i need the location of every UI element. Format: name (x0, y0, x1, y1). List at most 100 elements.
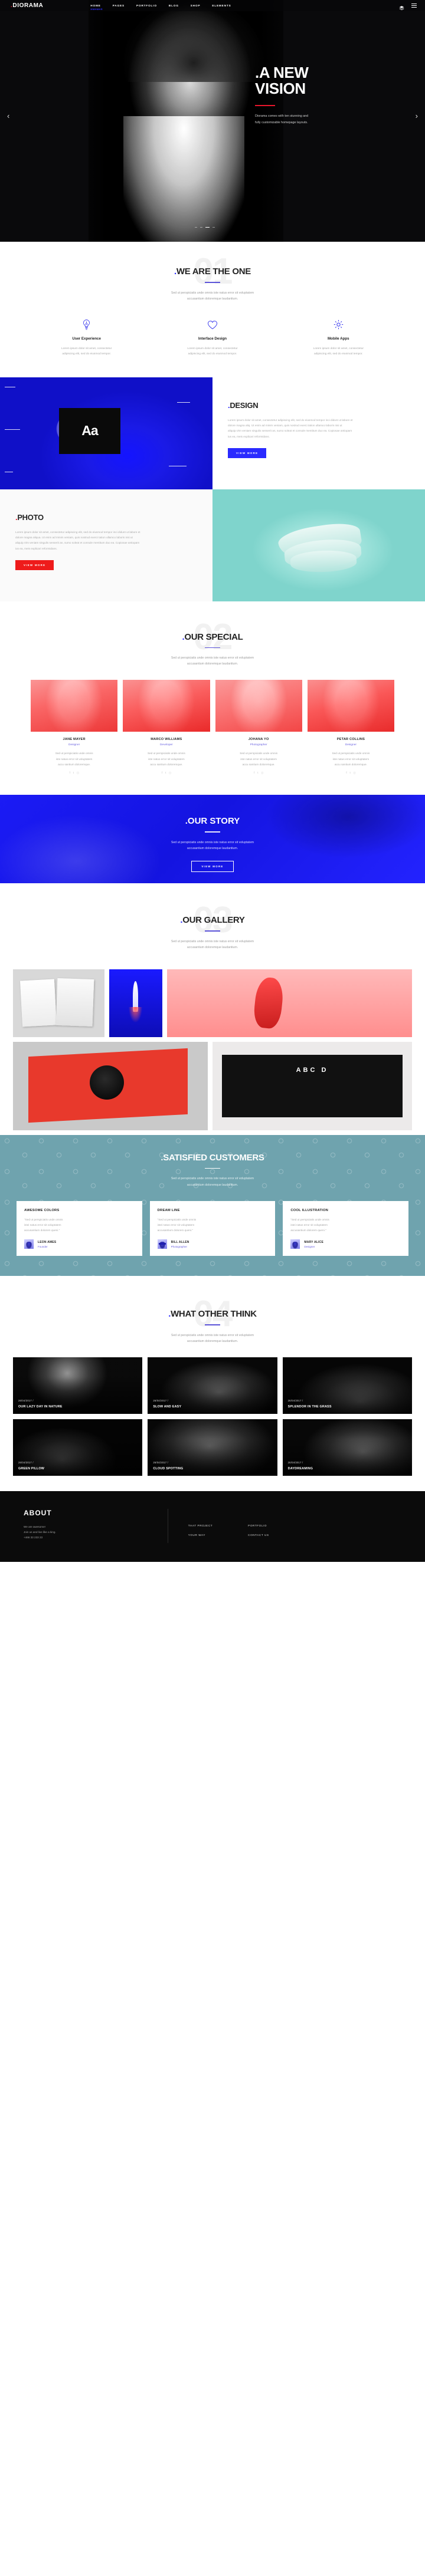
site-footer: ABOUT We are awesome! Join us and live l… (0, 1491, 425, 1562)
instagram-icon[interactable]: ◻ (169, 771, 171, 775)
nav-item-pages[interactable]: PAGES (113, 4, 125, 7)
section-title: .WE ARE THE ONE (24, 267, 401, 277)
blog-post-card[interactable]: 26/04/2017 / OUR LAZY DAY IN NATURE (13, 1357, 143, 1414)
blog-post-meta: 26/04/2017 / (18, 1461, 34, 1464)
testimonial-card[interactable]: COOL ILLUSTRATION "Sed ut perspiciatis u… (283, 1200, 409, 1256)
team-member-card[interactable]: JANE MAYER Designer Sed ut perspiciatis … (31, 680, 118, 775)
section-description: Sed ut perspiciatis unde omnis iste natu… (24, 655, 401, 667)
twitter-icon[interactable]: t (73, 771, 74, 775)
our-story-view-more-button[interactable]: VIEW MORE (191, 860, 234, 872)
heart-icon (162, 318, 262, 331)
nav-item-home[interactable]: HOME hmhmhr (90, 4, 102, 11)
what-other-think-head: 04 .WHAT OTHER THINK Sed ut perspiciatis… (24, 1296, 401, 1344)
team-member-card[interactable]: PETAR COLLINS Designer Sed ut perspiciat… (307, 680, 394, 775)
layers-icon[interactable] (399, 3, 404, 11)
testimonial-role: Founder (38, 1245, 48, 1248)
footer-about: ABOUT We are awesome! Join us and live l… (24, 1509, 148, 1543)
nav-item-blog[interactable]: BLOG (169, 4, 179, 7)
site-header: .DIORAMA HOME hmhmhr PAGES PORTFOLIO BLO… (0, 0, 425, 11)
feature-text-line-1: Lorem ipsum dolor sit amet, consectetur (187, 347, 238, 350)
instagram-icon[interactable]: ◻ (77, 771, 79, 775)
nav-item-shop[interactable]: SHOP (191, 4, 201, 7)
blog-post-card[interactable]: 26/04/2017 / SLOW AND EASY (148, 1357, 277, 1414)
gallery-item-abcd-poster[interactable]: ABC D (212, 1041, 412, 1130)
team-member-name: JOHANA YO (248, 738, 269, 742)
feature-interface-design[interactable]: Interface Design Lorem ipsum dolor sit a… (149, 318, 275, 357)
gallery-item-pink-fish[interactable] (167, 969, 412, 1037)
gallery-item-magazine-spread[interactable] (13, 969, 104, 1037)
title-text: DESIGN (230, 400, 259, 410)
section-our-special: 02 .OUR SPECIAL Sed ut perspiciatis unde… (0, 601, 425, 795)
hero-dot-1[interactable] (195, 226, 197, 228)
hero-accent-rule (255, 104, 275, 106)
testimonial-name: MARY ALICE (304, 1240, 323, 1244)
hamburger-menu-icon[interactable] (411, 4, 417, 8)
team-member-card[interactable]: MARCO WILLIAMS Developer Sed ut perspici… (123, 680, 210, 774)
footer-link-contact-us[interactable]: CONTACT US (248, 1534, 269, 1537)
section-description: Sed ut perspiciatis unde omnis iste natu… (171, 1177, 254, 1187)
testimonial-role: Designer (304, 1245, 315, 1248)
gear-icon (289, 318, 388, 331)
team-member-photo (31, 680, 118, 732)
section-description: Sed ut perspiciatis unde omnis iste natu… (171, 939, 254, 949)
design-view-more-button[interactable]: VIEW MORE (228, 448, 270, 462)
footer-about-text: We are awesome! Join us and live like a … (24, 1525, 56, 1539)
feature-mobile-apps[interactable]: Mobile Apps Lorem ipsum dolor sit amet, … (276, 318, 401, 357)
section-description-line-2: accusantium doloremque laudantium. (187, 662, 238, 666)
feature-list: User Experience Lorem ipsum dolor sit am… (24, 318, 401, 377)
avatar (290, 1239, 300, 1249)
we-are-the-one-head: 01 .WE ARE THE ONE Sed ut perspiciatis u… (24, 254, 401, 302)
testimonial-card[interactable]: AWESOME COLORS "Sed ut perspiciatis unde… (17, 1200, 142, 1256)
avatar (157, 1239, 167, 1249)
footer-link-portfolio[interactable]: PORTFOLIO (248, 1524, 269, 1527)
testimonial-title: COOL ILLUSTRATION (290, 1208, 329, 1212)
hero-dot-3-active[interactable] (205, 226, 210, 228)
hero-title-line-1: .A NEW (255, 64, 309, 81)
blog-post-card[interactable]: 26/04/2017 / SPLENDOR IN THE GRASS (282, 1357, 412, 1414)
footer-link-that-project[interactable]: THAT PROJECT (188, 1524, 212, 1527)
photo-view-more-button[interactable]: VIEW MORE (15, 560, 57, 574)
feature-text: Lorem ipsum dolor sit amet, consectetur … (162, 346, 262, 357)
design-body-text: Lorem ipsum dolor sit amet, consectetur … (228, 418, 353, 438)
feature-text: Lorem ipsum dolor sit amet, consectetur … (37, 346, 136, 357)
blog-post-card[interactable]: 26/04/2017 / DAYDREAMING (282, 1419, 412, 1476)
twitter-icon[interactable]: t (257, 771, 258, 775)
gallery-item-blue-rocket[interactable] (109, 969, 162, 1037)
hero-next-arrow-icon[interactable]: › (416, 112, 418, 120)
section-satisfied-customers: .SATISFIED CUSTOMERS Sed ut perspiciatis… (0, 1134, 425, 1277)
hero-prev-arrow-icon[interactable]: ‹ (7, 112, 9, 120)
feature-text: Lorem ipsum dolor sit amet, consectetur … (289, 346, 388, 357)
section-title: .OUR SPECIAL (24, 632, 401, 642)
twitter-icon[interactable]: t (165, 771, 166, 775)
gallery-item-red-tablet[interactable] (13, 1041, 208, 1130)
hero-subtitle-line-2: fully customizable homepage layouts. (255, 120, 308, 124)
team-member-role: Designer (345, 743, 357, 747)
testimonial-person: BILL ALLEN Photographer (157, 1239, 268, 1249)
homepage: .A NEW VISION Diorama comes with ten stu… (0, 0, 425, 1562)
team-member-name: MARCO WILLIAMS (151, 738, 182, 742)
gallery-row-1 (13, 969, 412, 1037)
team-member-social: f t ◻ (215, 771, 302, 775)
blog-post-card[interactable]: 26/04/2017 / GREEN PILLOW (13, 1419, 143, 1476)
team-member-list: JANE MAYER Designer Sed ut perspiciatis … (24, 680, 401, 774)
feature-user-experience[interactable]: User Experience Lorem ipsum dolor sit am… (24, 318, 149, 357)
instagram-icon[interactable]: ◻ (354, 771, 356, 775)
instagram-icon[interactable]: ◻ (261, 771, 264, 775)
blog-post-card[interactable]: 26/04/2017 / CLOUD SPOTTING (148, 1419, 277, 1476)
design-split-block: Aa .DESIGN Lorem ipsum dolor sit amet, c… (0, 377, 425, 489)
photo-title: .PHOTO (15, 513, 197, 522)
hero-dot-4[interactable] (212, 226, 215, 228)
nav-item-portfolio[interactable]: PORTFOLIO (136, 4, 157, 7)
testimonial-card[interactable]: DREAM LINE "Sed ut perspiciatis unde omn… (149, 1200, 276, 1256)
site-logo[interactable]: .DIORAMA (11, 2, 43, 9)
team-member-card[interactable]: JOHANA YO Photographer Sed ut perspiciat… (215, 680, 302, 774)
blog-post-title: GREEN PILLOW (18, 1467, 45, 1470)
testimonial-card-list: AWESOME COLORS "Sed ut perspiciatis unde… (0, 1200, 425, 1256)
hero-slide-indicators[interactable] (195, 226, 215, 228)
hero-dot-2[interactable] (200, 226, 202, 228)
nav-item-elements[interactable]: ELEMENTS (212, 4, 231, 7)
team-member-text: Sed ut perspiciatis unde omnis iste natu… (147, 752, 185, 766)
blog-post-title: OUR LAZY DAY IN NATURE (18, 1405, 63, 1409)
footer-link-your-way[interactable]: YOUR WAY (188, 1534, 212, 1537)
twitter-icon[interactable]: t (350, 771, 351, 775)
